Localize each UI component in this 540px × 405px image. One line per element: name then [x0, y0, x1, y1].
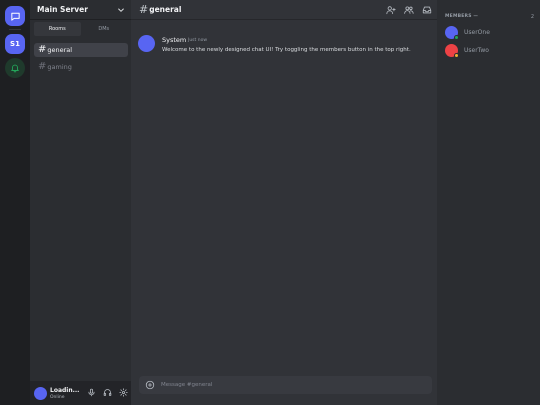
message-composer — [139, 376, 432, 394]
member-item-userone[interactable]: UserOne — [445, 26, 535, 40]
member-name: UserOne — [464, 29, 490, 36]
add-attachment-icon[interactable] — [145, 380, 155, 390]
chat-header: # general — [131, 0, 437, 20]
status-badge — [454, 53, 459, 58]
user-status: Online — [50, 395, 65, 400]
header-actions — [386, 5, 432, 15]
member-item-usertwo[interactable]: UserTwo — [445, 44, 535, 58]
headphones-icon[interactable] — [103, 388, 112, 397]
notifications-button[interactable] — [5, 58, 25, 78]
members-icon[interactable] — [404, 5, 414, 15]
sidebar-tabs: Rooms DMs — [34, 22, 127, 36]
user-panel: Loadin... Online — [30, 381, 131, 405]
message-text: Welcome to the newly designed chat UI! T… — [162, 47, 411, 53]
hash-icon: # — [139, 3, 149, 16]
members-sidebar: MEMBERS — 2 UserOne UserTwo — [437, 0, 540, 405]
inbox-icon[interactable] — [422, 5, 432, 15]
home-button[interactable] — [5, 6, 25, 26]
user-name: Loadin... — [50, 387, 80, 394]
tab-dms[interactable]: DMs — [81, 22, 128, 36]
channel-item-gaming[interactable]: # gaming — [34, 60, 128, 74]
hash-icon: # — [38, 61, 47, 72]
member-name: UserTwo — [464, 47, 489, 54]
chat-bubble-icon — [10, 11, 21, 22]
server-button[interactable]: S1 — [5, 34, 25, 54]
avatar[interactable] — [138, 35, 155, 52]
hash-icon: # — [38, 44, 47, 55]
avatar[interactable] — [34, 387, 47, 400]
rail-separator — [9, 29, 21, 30]
chevron-down-icon[interactable] — [117, 6, 125, 14]
channel-label: gaming — [47, 63, 72, 71]
channel-sidebar: Main Server Rooms DMs # general # gaming… — [30, 0, 131, 405]
user-controls — [87, 388, 128, 397]
message-timestamp: Just now — [188, 38, 208, 43]
chat-area: # general System Just now Welcome to the… — [131, 0, 437, 405]
microphone-icon[interactable] — [87, 388, 96, 397]
status-badge — [454, 35, 459, 40]
members-count: 2 — [530, 14, 534, 20]
tab-rooms[interactable]: Rooms — [34, 22, 81, 36]
channel-item-general[interactable]: # general — [34, 43, 128, 57]
channel-title: general — [149, 5, 182, 14]
add-user-icon[interactable] — [386, 5, 396, 15]
message-author[interactable]: System — [162, 36, 186, 44]
server-label: S1 — [10, 40, 20, 48]
server-header[interactable]: Main Server — [30, 0, 131, 20]
gear-icon[interactable] — [119, 388, 128, 397]
server-rail: S1 — [0, 0, 30, 405]
members-header: MEMBERS — — [445, 14, 479, 19]
server-name: Main Server — [37, 5, 88, 14]
bell-icon — [10, 63, 20, 73]
channel-label: general — [47, 46, 73, 54]
page-title: # general — [139, 4, 181, 15]
message-input[interactable] — [161, 376, 421, 394]
